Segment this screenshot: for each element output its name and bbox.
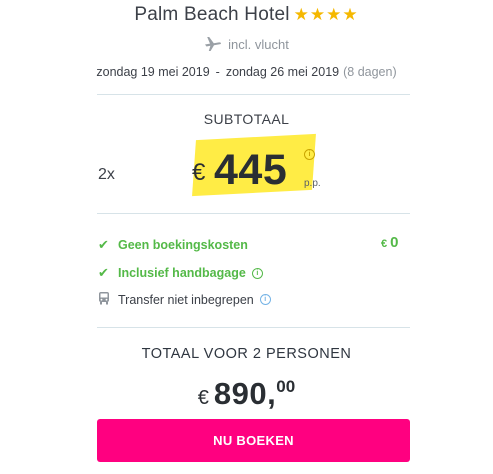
check-icon: ✔ bbox=[98, 265, 109, 280]
date-from: zondag 19 mei 2019 bbox=[96, 65, 210, 79]
plane-icon bbox=[204, 36, 222, 55]
hotel-name: Palm Beach Hotel bbox=[134, 4, 290, 25]
quantity: 2x bbox=[98, 166, 115, 183]
divider bbox=[97, 213, 410, 214]
feature-hand-luggage: ✔ Inclusief handbagage i bbox=[98, 265, 263, 281]
book-now-button[interactable]: NU BOEKEN bbox=[97, 419, 410, 462]
fee-amount: 0 bbox=[390, 234, 399, 251]
feature-label: Geen boekingskosten bbox=[118, 238, 248, 252]
total-price: €890,00 bbox=[0, 376, 493, 412]
flight-label: incl. vlucht bbox=[228, 37, 289, 52]
info-icon[interactable]: i bbox=[251, 267, 263, 279]
feature-transfer: Transfer niet inbegrepen i bbox=[98, 291, 271, 308]
date-separator: - bbox=[215, 65, 220, 79]
price-info-icon[interactable]: i bbox=[304, 149, 315, 160]
feature-no-booking-fee: ✔ Geen boekingskosten bbox=[98, 237, 248, 253]
info-icon[interactable]: i bbox=[259, 294, 271, 305]
total-integer: 890, bbox=[213, 376, 277, 411]
bus-icon bbox=[98, 291, 118, 308]
star-rating: ★★★★ bbox=[293, 5, 359, 24]
subtotal-label: SUBTOTAAL bbox=[203, 111, 290, 127]
total-decimals: 00 bbox=[276, 377, 296, 396]
price-value: 445 bbox=[214, 146, 288, 194]
divider bbox=[97, 327, 410, 328]
trip-duration: (8 dagen) bbox=[343, 65, 397, 79]
travel-dates: zondag 19 mei 2019- zondag 26 mei 2019 (8 … bbox=[0, 65, 493, 79]
feature-label: Transfer niet inbegrepen bbox=[118, 292, 254, 307]
check-icon: ✔ bbox=[98, 237, 109, 252]
hotel-title: Palm Beach Hotel ★★★★ bbox=[0, 4, 493, 26]
per-person-label: p.p. bbox=[304, 178, 321, 189]
feature-label: Inclusief handbagage bbox=[118, 266, 246, 280]
fee-currency: € bbox=[381, 238, 388, 250]
total-currency: € bbox=[197, 387, 209, 409]
booking-fee-value: €0 bbox=[381, 234, 398, 252]
flight-info: incl. vlucht bbox=[0, 36, 493, 55]
date-to: zondag 26 mei 2019 bbox=[225, 65, 340, 79]
divider bbox=[97, 94, 410, 95]
total-label: TOTAAL VOOR 2 PERSONEN bbox=[141, 346, 352, 362]
price-currency: € bbox=[192, 159, 206, 186]
